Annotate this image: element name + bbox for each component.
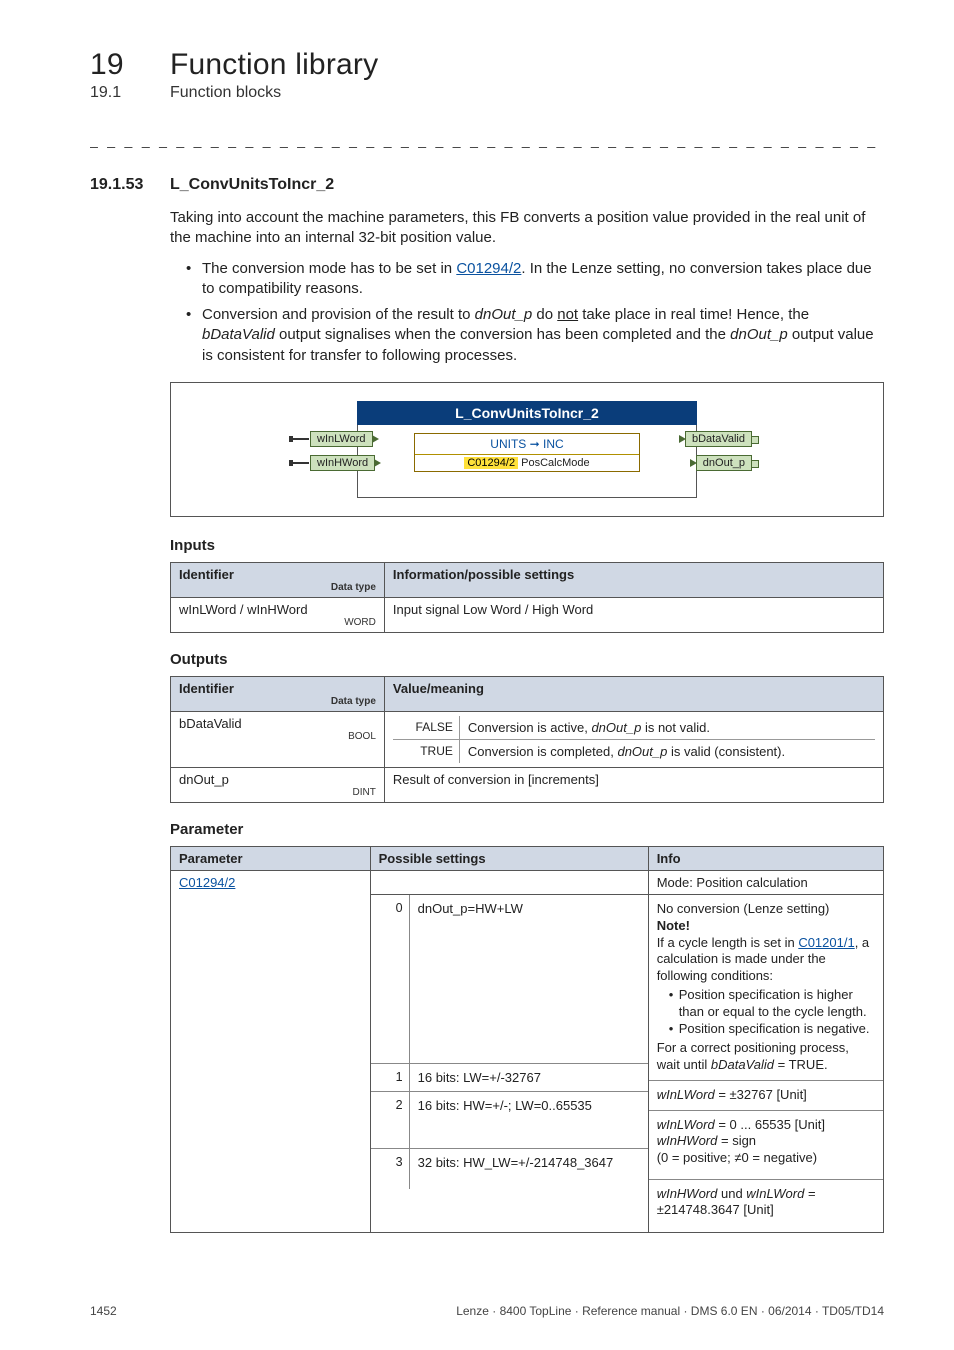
table-row: wInLWord / wInHWord WORD Input signal Lo…	[171, 597, 884, 632]
outputs-heading: Outputs	[170, 651, 884, 668]
subchapter-number: 19.1	[90, 84, 170, 102]
port-out-bDataValid: bDataValid	[685, 431, 752, 447]
bullet-item: Conversion and provision of the result t…	[186, 305, 884, 366]
fb-inner-bottom: C01294/2 PosCalcMode	[415, 455, 639, 471]
fb-inner-label: PosCalcMode	[521, 457, 589, 469]
footer-meta: Lenze · 8400 TopLine · Reference manual …	[456, 1304, 884, 1318]
param-info-3: wInHWord und wInLWord = ±214748.3647 [Un…	[649, 1180, 883, 1232]
fb-inner-top: UNITS ➞ INC	[415, 434, 639, 455]
section-title: L_ConvUnitsToIncr_2	[170, 176, 334, 193]
outputs-col-value: Value/meaning	[384, 676, 883, 711]
section-heading: 19.1.53L_ConvUnitsToIncr_2	[90, 176, 884, 194]
parameter-heading: Parameter	[170, 821, 884, 838]
port-in-wInHWord: wInHWord	[310, 455, 375, 471]
inputs-col-info: Information/possible settings	[384, 562, 883, 597]
link-c01294-2-param[interactable]: C01294/2	[179, 875, 235, 890]
param-col-parameter: Parameter	[171, 846, 371, 870]
param-col-settings: Possible settings	[370, 846, 648, 870]
page-number: 1452	[90, 1304, 117, 1318]
table-row: dnOut_p DINT Result of conversion in [in…	[171, 767, 884, 802]
inputs-col-identifier: Identifier Data type	[171, 562, 385, 597]
param-info-1: wInLWord = ±32767 [Unit]	[649, 1081, 883, 1111]
link-c01201-1[interactable]: C01201/1	[798, 935, 854, 950]
section-bullets: The conversion mode has to be set in C01…	[186, 259, 884, 366]
parameter-table: Parameter Possible settings Info C01294/…	[170, 846, 884, 1233]
subchapter-heading: 19.1Function blocks	[90, 84, 884, 102]
inputs-heading: Inputs	[170, 537, 884, 554]
param-info-2: wInLWord = 0 ... 65535 [Unit] wInHWord =…	[649, 1111, 883, 1180]
page-footer: 1452 Lenze · 8400 TopLine · Reference ma…	[90, 1304, 884, 1318]
subchapter-title: Function blocks	[170, 84, 281, 101]
chapter-heading: 19Function library	[90, 48, 884, 82]
port-out-dnOut_p: dnOut_p	[696, 455, 752, 471]
fb-inner-code: C01294/2	[464, 457, 518, 469]
section-intro: Taking into account the machine paramete…	[170, 208, 884, 249]
param-info-0: No conversion (Lenze setting) Note! If a…	[649, 895, 883, 1081]
separator-rule: _ _ _ _ _ _ _ _ _ _ _ _ _ _ _ _ _ _ _ _ …	[90, 132, 884, 148]
link-c01294-2[interactable]: C01294/2	[456, 260, 521, 277]
chapter-title: Function library	[170, 48, 378, 81]
chapter-number: 19	[90, 48, 170, 82]
section-number: 19.1.53	[90, 176, 170, 194]
param-col-info: Info	[648, 846, 883, 870]
table-row: C01294/2 Mode: Position calculation	[171, 870, 884, 894]
port-in-wInLWord: wInLWord	[310, 431, 373, 447]
inputs-table: Identifier Data type Information/possibl…	[170, 562, 884, 633]
bullet-item: The conversion mode has to be set in C01…	[186, 259, 884, 300]
outputs-col-identifier: Identifier Data type	[171, 676, 385, 711]
outputs-table: Identifier Data type Value/meaning bData…	[170, 676, 884, 803]
table-row: bDataValid BOOL FALSE Conversion is acti…	[171, 711, 884, 767]
fb-diagram: L_ConvUnitsToIncr_2 wInLWord wInHWord	[170, 382, 884, 517]
fb-title: L_ConvUnitsToIncr_2	[357, 401, 697, 425]
fb-inner-box: UNITS ➞ INC C01294/2 PosCalcMode	[414, 433, 640, 472]
